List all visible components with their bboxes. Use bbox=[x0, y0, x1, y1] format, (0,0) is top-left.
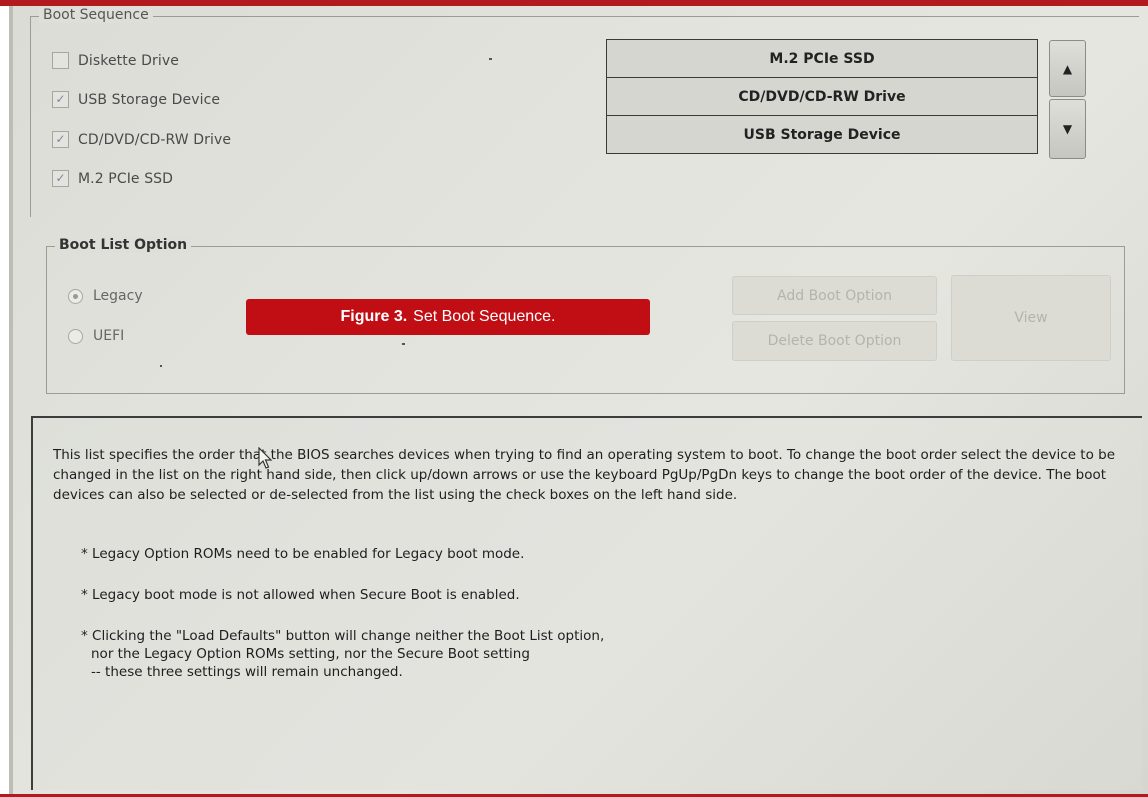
checkbox-label: Diskette Drive bbox=[78, 52, 179, 69]
checkbox-label: USB Storage Device bbox=[78, 91, 221, 108]
figure-caption-label: Figure 3. bbox=[340, 308, 408, 325]
checkbox-m2-pcie-ssd[interactable]: ✓ M.2 PCIe SSD bbox=[52, 170, 173, 187]
boot-order-item[interactable]: USB Storage Device bbox=[606, 115, 1038, 154]
view-button[interactable]: View bbox=[951, 275, 1111, 361]
boot-sequence-legend: Boot Sequence bbox=[39, 7, 153, 23]
figure-caption-text: Set Boot Sequence. bbox=[413, 308, 556, 325]
help-description-panel: This list specifies the order that the B… bbox=[31, 416, 1142, 790]
radio-label: UEFI bbox=[93, 328, 125, 344]
radio-button[interactable] bbox=[68, 328, 83, 344]
move-down-button[interactable]: ▼ bbox=[1049, 99, 1086, 159]
checkbox-usb-storage-device[interactable]: ✓ USB Storage Device bbox=[52, 91, 220, 108]
boot-list-option-legend: Boot List Option bbox=[55, 237, 192, 253]
radio-uefi[interactable]: UEFI bbox=[68, 328, 124, 344]
checkbox-box[interactable]: ✓ bbox=[52, 91, 69, 108]
checkbox-diskette-drive[interactable]: Diskette Drive bbox=[52, 52, 179, 69]
help-note: * Clicking the "Load Defaults" button wi… bbox=[81, 628, 605, 644]
radio-legacy[interactable]: Legacy bbox=[68, 288, 143, 304]
figure-caption: Figure 3. Set Boot Sequence. bbox=[246, 299, 650, 335]
screen-speck bbox=[160, 365, 162, 367]
move-up-button[interactable]: ▲ bbox=[1049, 40, 1086, 97]
arrow-up-icon: ▲ bbox=[1062, 61, 1073, 76]
help-note: nor the Legacy Option ROMs setting, nor … bbox=[91, 646, 530, 662]
boot-order-list: M.2 PCIe SSD CD/DVD/CD-RW Drive USB Stor… bbox=[606, 39, 1038, 154]
checkbox-box[interactable]: ✓ bbox=[52, 131, 69, 148]
checkbox-box[interactable] bbox=[52, 52, 69, 69]
checkbox-cd-dvd-drive[interactable]: ✓ CD/DVD/CD-RW Drive bbox=[52, 131, 231, 148]
screen-left-edge bbox=[9, 6, 13, 794]
radio-label: Legacy bbox=[93, 288, 143, 304]
screen-speck bbox=[402, 343, 405, 345]
boot-order-item[interactable]: M.2 PCIe SSD bbox=[606, 39, 1038, 77]
boot-order-item[interactable]: CD/DVD/CD-RW Drive bbox=[606, 77, 1038, 115]
help-note: * Legacy Option ROMs need to be enabled … bbox=[81, 546, 525, 562]
help-note: -- these three settings will remain unch… bbox=[91, 664, 403, 680]
checkbox-label: M.2 PCIe SSD bbox=[78, 170, 174, 187]
add-boot-option-button[interactable]: Add Boot Option bbox=[732, 276, 937, 315]
checkbox-label: CD/DVD/CD-RW Drive bbox=[78, 131, 232, 148]
radio-button[interactable] bbox=[68, 288, 83, 304]
screen-speck bbox=[489, 58, 492, 60]
arrow-down-icon: ▼ bbox=[1062, 122, 1073, 136]
mouse-cursor-icon bbox=[258, 447, 273, 469]
help-note: * Legacy boot mode is not allowed when S… bbox=[81, 587, 520, 603]
help-paragraph: This list specifies the order that the B… bbox=[53, 447, 1116, 503]
checkbox-box[interactable]: ✓ bbox=[52, 170, 69, 187]
delete-boot-option-button[interactable]: Delete Boot Option bbox=[732, 321, 937, 361]
